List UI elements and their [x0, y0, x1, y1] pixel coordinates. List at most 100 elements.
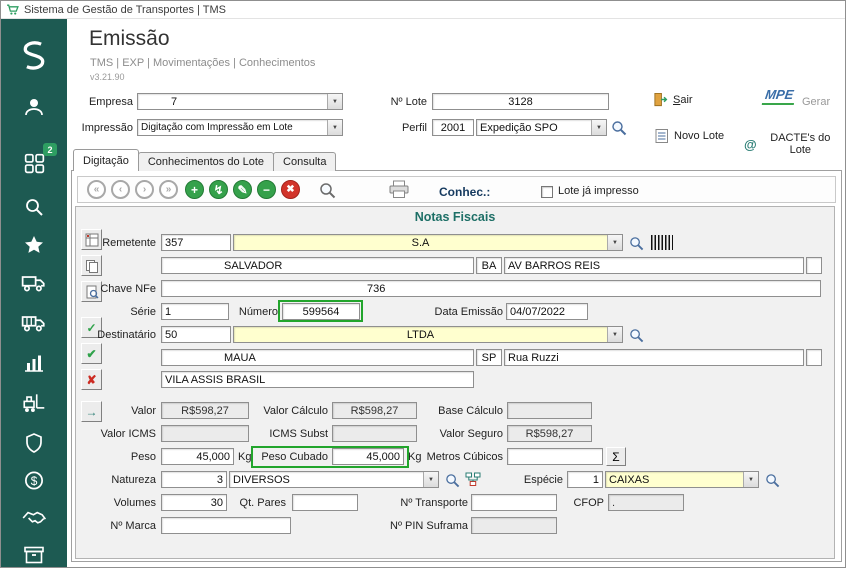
especie-combo[interactable]: CAIXAS ▼	[605, 471, 759, 488]
prev-record-button[interactable]: ‹	[111, 180, 130, 199]
toolbar-search-icon[interactable]	[319, 182, 336, 199]
copy-note-button[interactable]	[81, 255, 102, 276]
natureza-combo[interactable]: DIVERSOS ▼	[229, 471, 439, 488]
sidebar-item-truck[interactable]	[1, 269, 67, 297]
perfil-search-icon[interactable]	[611, 120, 627, 136]
chevron-down-icon[interactable]: ▼	[743, 472, 758, 487]
sair-label: Sair	[673, 94, 693, 106]
sidebar-item-warehouse[interactable]	[1, 389, 67, 417]
sidebar-item-user[interactable]	[1, 93, 67, 121]
confirm-all-button[interactable]: ✔	[81, 343, 102, 364]
destinatario-city-field[interactable]: MAUA	[161, 349, 474, 366]
natureza-label: Natureza	[91, 474, 156, 486]
chevron-down-icon[interactable]: ▼	[607, 235, 622, 250]
chevron-down-icon[interactable]: ▼	[327, 120, 342, 135]
lote-field[interactable]: 3128	[432, 93, 609, 110]
delivery-truck-icon	[21, 310, 47, 336]
chevron-down-icon[interactable]: ▼	[327, 94, 342, 109]
destinatario-uf-field[interactable]: SP	[476, 349, 502, 366]
novo-lote-button[interactable]: Novo Lote	[649, 127, 730, 145]
peso-field[interactable]: 45,000	[161, 448, 234, 465]
volumes-field[interactable]: 30	[161, 494, 227, 511]
lote-label: Nº Lote	[379, 96, 427, 108]
first-record-button[interactable]: «	[87, 180, 106, 199]
perfil-combo[interactable]: Expedição SPO ▼	[476, 119, 607, 136]
perfil-value: Expedição SPO	[477, 122, 591, 134]
last-record-button[interactable]: »	[159, 180, 178, 199]
remetente-name-combo[interactable]: S.A ▼	[233, 234, 623, 251]
remetente-code-field[interactable]: 357	[161, 234, 231, 251]
valor-seguro-field: R$598,27	[507, 425, 592, 442]
destinatario-name-combo[interactable]: LTDA ▼	[233, 326, 623, 343]
natureza-search-icon[interactable]	[445, 473, 460, 488]
valor-icms-label: Valor ICMS	[86, 428, 156, 440]
sidebar-item-search[interactable]	[1, 193, 67, 221]
chevron-down-icon[interactable]: ▼	[591, 120, 606, 135]
remetente-label: Remetente	[81, 237, 156, 249]
sair-button[interactable]: Sair	[647, 91, 699, 108]
sum-button[interactable]: Σ	[606, 447, 626, 466]
gerar-button[interactable]: Gerar	[802, 96, 830, 108]
qt-pares-label: Qt. Pares	[229, 497, 286, 509]
chave-nfe-field[interactable]: 736	[161, 280, 821, 297]
especie-value: CAIXAS	[606, 474, 743, 486]
data-emissao-value: 04/07/2022	[507, 306, 587, 318]
remetente-uf-field[interactable]: BA	[476, 257, 502, 274]
discard-button[interactable]: ✘	[81, 369, 102, 390]
tab-consulta[interactable]: Consulta	[273, 152, 336, 171]
especie-code-field[interactable]: 1	[567, 471, 603, 488]
destinatario-district-field[interactable]: VILA ASSIS BRASIL	[161, 371, 474, 388]
next-record-button[interactable]: ›	[135, 180, 154, 199]
hierarchy-icon[interactable]	[465, 472, 481, 487]
sidebar-item-archive[interactable]	[1, 541, 67, 568]
chevron-down-icon[interactable]: ▼	[607, 327, 622, 342]
volumes-label: Volumes	[96, 497, 156, 509]
bar-chart-icon	[22, 351, 46, 375]
data-emissao-field[interactable]: 04/07/2022	[506, 303, 588, 320]
destinatario-address-field[interactable]: Rua Ruzzi	[504, 349, 804, 366]
barcode-icon[interactable]	[651, 235, 673, 250]
impressao-combo[interactable]: Digitação com Impressão em Lote ▼	[137, 119, 343, 136]
destinatario-extra-field[interactable]	[806, 349, 822, 366]
metros-cubicos-field[interactable]	[507, 448, 603, 465]
empresa-combo[interactable]: 7 ▼	[137, 93, 343, 110]
destinatario-search-icon[interactable]	[629, 328, 644, 343]
remetente-city-field[interactable]: SALVADOR	[161, 257, 474, 274]
remove-record-button[interactable]: −	[257, 180, 276, 199]
cancel-record-button[interactable]: ✖	[281, 180, 300, 199]
remetente-address-field[interactable]: AV BARROS REIS	[504, 257, 804, 274]
natureza-code-field[interactable]: 3	[161, 471, 227, 488]
edit-record-button[interactable]: ✎	[233, 180, 252, 199]
remetente-search-icon[interactable]	[629, 236, 644, 251]
sidebar-item-security[interactable]	[1, 429, 67, 457]
qt-pares-field[interactable]	[292, 494, 358, 511]
printer-icon[interactable]	[389, 180, 409, 199]
sidebar-item-delivery[interactable]	[1, 309, 67, 337]
breadcrumb: TMS | EXP | Movimentações | Conhecimento…	[90, 57, 315, 69]
at-icon: @	[744, 137, 757, 152]
numero-field[interactable]: 599564	[282, 303, 360, 320]
tab-bar: Digitação Conhecimentos do Lote Consulta	[73, 149, 335, 171]
peso-cubado-field[interactable]: 45,000	[332, 448, 404, 465]
tab-conhecimentos-do-lote[interactable]: Conhecimentos do Lote	[138, 152, 274, 171]
especie-search-icon[interactable]	[765, 473, 780, 488]
destinatario-address: Rua Ruzzi	[505, 352, 803, 364]
destinatario-code-field[interactable]: 50	[161, 326, 231, 343]
sidebar-item-favorites[interactable]	[1, 231, 67, 259]
add-record-button[interactable]: +	[185, 180, 204, 199]
sidebar-item-apps[interactable]	[1, 149, 67, 177]
tab-digitacao[interactable]: Digitação	[73, 149, 139, 171]
novo-lote-label: Novo Lote	[674, 130, 724, 142]
peso-value: 45,000	[162, 451, 233, 463]
sidebar-item-finance[interactable]: $	[1, 467, 67, 495]
post-record-button[interactable]: ↯	[209, 180, 228, 199]
sidebar-item-reports[interactable]	[1, 349, 67, 377]
dacte-button[interactable]: @ DACTE's do Lote	[738, 131, 845, 157]
lote-impresso-checkbox[interactable]	[541, 186, 553, 198]
remetente-extra-field[interactable]	[806, 257, 822, 274]
chevron-down-icon[interactable]: ▼	[423, 472, 438, 487]
n-transporte-field[interactable]	[471, 494, 557, 511]
n-marca-field[interactable]	[161, 517, 291, 534]
sidebar-item-partners[interactable]	[1, 504, 67, 532]
perfil-code-field[interactable]: 2001	[432, 119, 474, 136]
